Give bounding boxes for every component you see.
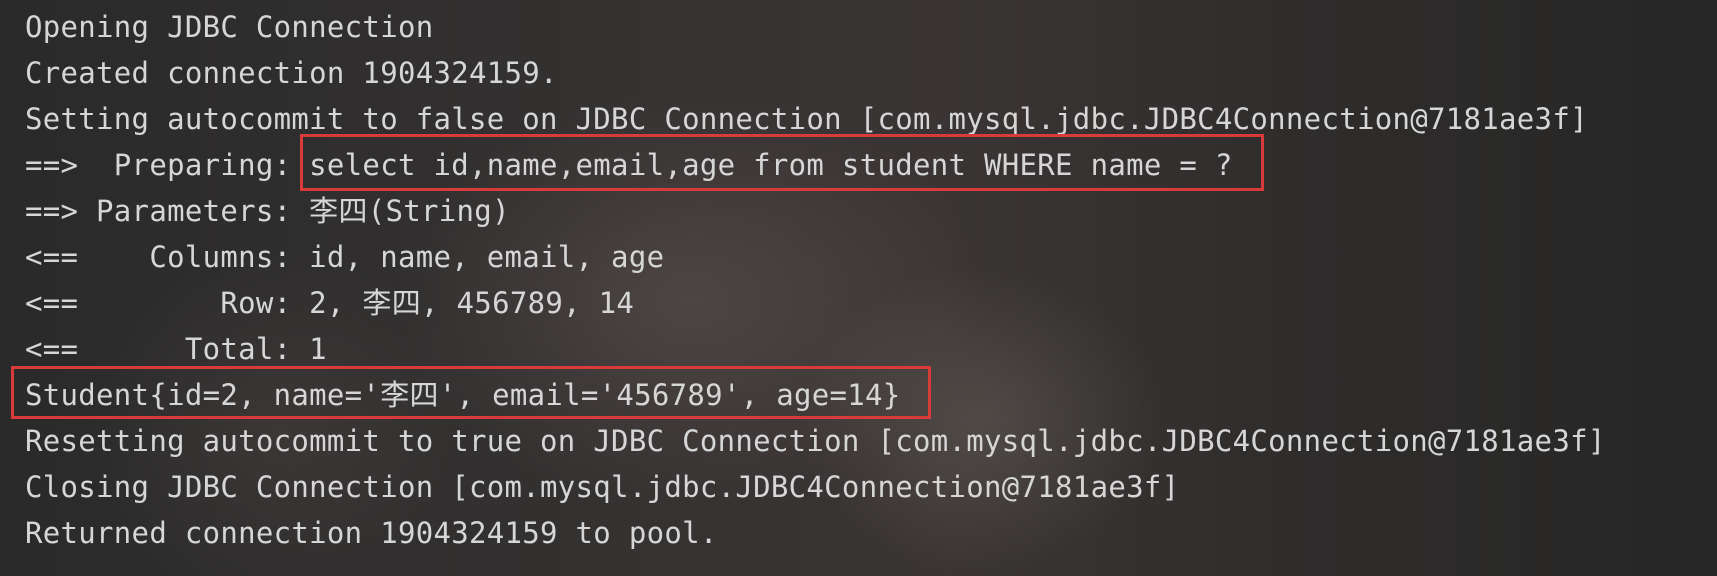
log-line-parameters: ==> Parameters: 李四(String)	[25, 194, 510, 228]
console-output: Opening JDBC Connection Created connecti…	[25, 4, 1717, 556]
log-line-autocommit-false: Setting autocommit to false on JDBC Conn…	[25, 102, 1588, 136]
log-line-autocommit-true: Resetting autocommit to true on JDBC Con…	[25, 424, 1606, 458]
log-line-open-connection: Opening JDBC Connection	[25, 10, 434, 44]
log-line-student-result: Student{id=2, name='李四', email='456789',…	[25, 378, 901, 412]
log-line-closing-connection: Closing JDBC Connection [com.mysql.jdbc.…	[25, 470, 1180, 504]
log-line-preparing-sql: ==> Preparing: select id,name,email,age …	[25, 148, 1251, 182]
log-line-returned-connection: Returned connection 1904324159 to pool.	[25, 516, 718, 550]
log-line-row: <== Row: 2, 李四, 456789, 14	[25, 286, 635, 320]
log-line-created-connection: Created connection 1904324159.	[25, 56, 558, 90]
log-line-columns: <== Columns: id, name, email, age	[25, 240, 665, 274]
log-line-total: <== Total: 1	[25, 332, 327, 366]
